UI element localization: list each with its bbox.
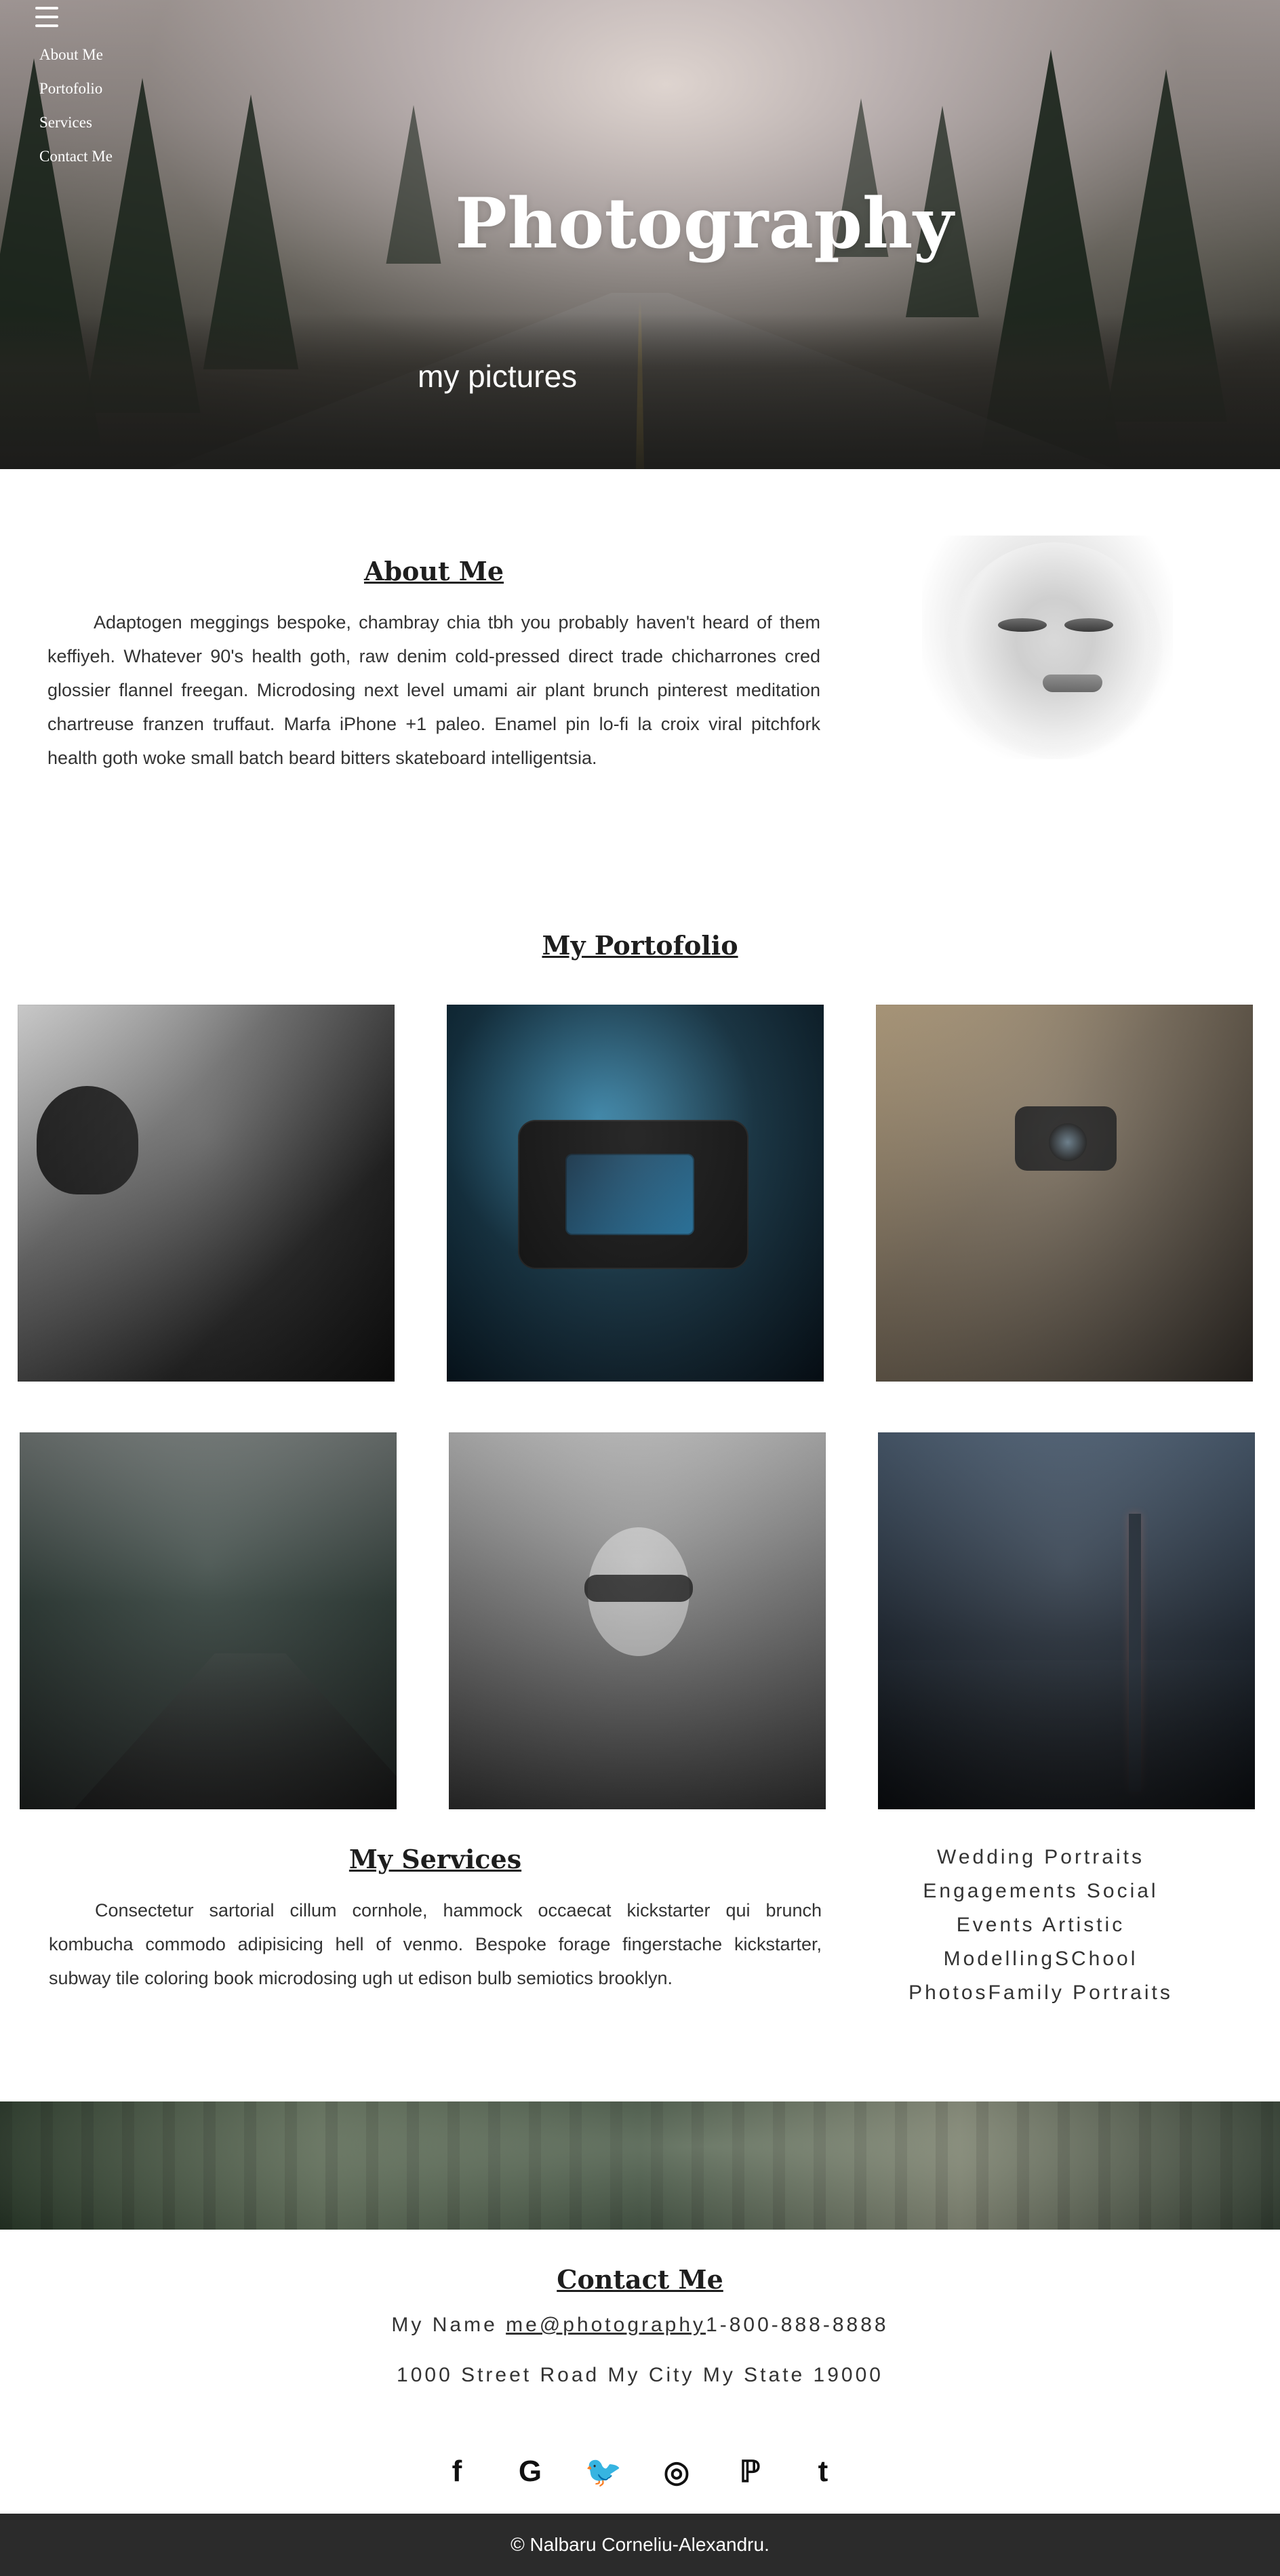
nav-item-services[interactable]: Services [39,106,113,140]
google-icon[interactable]: G [513,2454,548,2489]
services-section: My Services Consectetur sartorial cillum… [49,1844,822,1995]
portrait-eye [1064,618,1113,632]
hero-subtitle: my pictures [418,359,578,394]
portfolio-title: My Portofolio [542,930,738,961]
photo-shape [1049,1123,1087,1161]
hero-title: Photography [455,183,954,264]
contact-phone: 1-800-888-8888 [706,2314,889,2336]
services-title: My Services [348,1844,522,1874]
contact-address: 1000 Street Road My City My State 19000 [397,2364,883,2386]
services-list: Wedding Portraits Engagements Social Eve… [868,1840,1214,2010]
contact-section: Contact Me My Name me@photography1-800-8… [0,2264,1280,2387]
contact-email-link[interactable]: me@photography [506,2314,706,2336]
service-item: ModellingSChool [943,1948,1138,1970]
photo-shape [74,1653,397,1809]
menu-icon [35,7,58,9]
instagram-icon[interactable]: ◎ [659,2454,694,2489]
nav-item-portofolio[interactable]: Portofolio [39,72,113,106]
page: About Me Portofolio Services Contact Me … [0,0,1280,2576]
portfolio-image-couple[interactable] [18,1005,395,1382]
menu-icon [35,24,58,27]
nav-menu: About Me Portofolio Services Contact Me [39,38,113,174]
pinterest-icon[interactable]: ℙ [732,2454,767,2489]
portfolio-image-camera[interactable] [447,1005,824,1382]
about-section: About Me Adaptogen meggings bespoke, cha… [47,556,820,775]
portfolio-image-road[interactable] [20,1432,397,1809]
portfolio-image-city[interactable] [878,1432,1255,1809]
portfolio-image-laughing-woman[interactable] [449,1432,826,1809]
about-text: Adaptogen meggings bespoke, chambray chi… [47,612,820,768]
services-text: Consectetur sartorial cillum cornhole, h… [49,1900,822,1988]
tumblr-icon[interactable]: t [805,2454,841,2489]
photo-shape [565,1154,694,1235]
menu-icon [35,16,58,18]
photo-shape [878,1660,1255,1809]
nav-item-contact-me[interactable]: Contact Me [39,140,113,174]
forest-banner [0,2101,1280,2230]
service-item: Engagements Social [923,1880,1159,1902]
portfolio-section: My Portofolio [0,930,1280,980]
copyright-text: © Nalbaru Corneliu-Alexandru. [511,2534,769,2555]
service-item: PhotosFamily Portraits [908,1981,1173,2004]
contact-name: My Name [391,2314,498,2336]
about-title: About Me [363,556,504,586]
facebook-icon[interactable]: f [439,2454,475,2489]
photo-shape [584,1575,693,1602]
portrait-lips [1043,675,1102,692]
hero-section: About Me Portofolio Services Contact Me … [0,0,1280,469]
contact-line: My Name me@photography1-800-888-8888 [0,2314,1280,2337]
contact-title: Contact Me [557,2264,723,2295]
service-item: Events Artistic [956,1914,1125,1936]
footer: © Nalbaru Corneliu-Alexandru. [0,2514,1280,2576]
nav-item-about-me[interactable]: About Me [39,38,113,72]
portfolio-image-photographer[interactable] [876,1005,1253,1382]
portrait-eye [998,618,1047,632]
portrait-image [922,536,1173,759]
social-links: f G 🐦 ◎ ℙ t [0,2454,1280,2489]
portrait-face [946,542,1163,759]
hero-ground [0,313,1280,469]
twitter-icon[interactable]: 🐦 [585,2454,622,2489]
menu-button[interactable] [35,7,58,27]
photo-shape [37,1086,138,1194]
service-item: Wedding Portraits [937,1846,1144,1868]
